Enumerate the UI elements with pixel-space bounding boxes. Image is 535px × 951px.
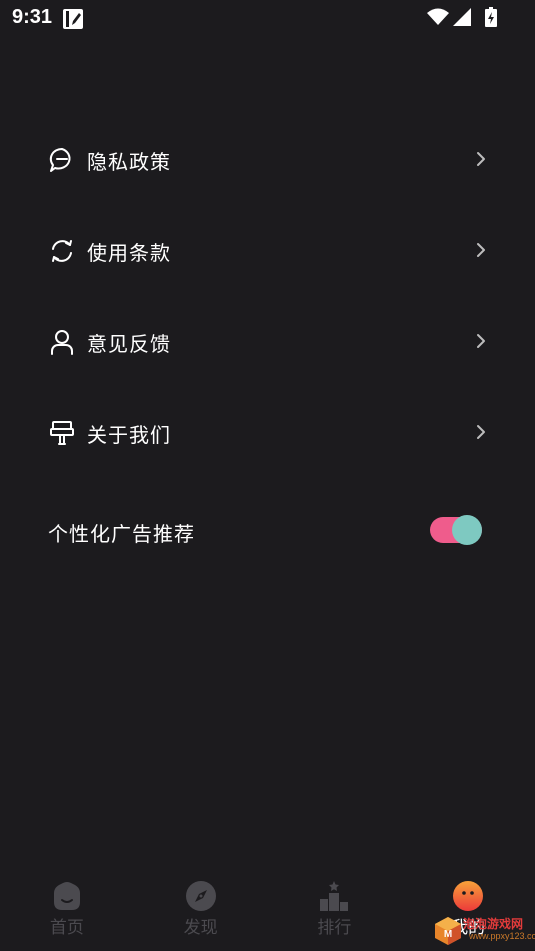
status-icons	[427, 7, 497, 31]
person-icon	[49, 329, 75, 355]
watermark: M 泡泡游戏网 www.ppxy123.com	[431, 912, 535, 950]
menu-item-label: 关于我们	[87, 423, 171, 447]
chevron-right-icon	[474, 332, 488, 350]
chevron-right-icon	[474, 241, 488, 259]
menu-item-label: 隐私政策	[87, 150, 171, 174]
podium-icon	[318, 880, 350, 912]
personalized-ad-toggle[interactable]	[430, 515, 482, 545]
status-time: 9:31	[12, 6, 53, 28]
menu-item-about-us[interactable]: 关于我们	[0, 387, 535, 478]
watermark-logo-icon: M	[433, 916, 463, 950]
settings-menu: 隐私政策 使用条款 意见反馈 关于我们	[0, 114, 535, 478]
personalized-ad-setting: 个性化广告推荐	[0, 488, 535, 572]
personalized-ad-label: 个性化广告推荐	[48, 522, 195, 546]
nav-item-ranking[interactable]: 排行	[268, 872, 402, 951]
signal-icon	[453, 8, 471, 30]
menu-item-label: 意见反馈	[87, 332, 171, 356]
battery-charging-icon	[485, 7, 497, 31]
chevron-right-icon	[474, 423, 488, 441]
chevron-right-icon	[474, 150, 488, 168]
home-icon	[51, 880, 83, 912]
status-bar: 9:31	[0, 0, 535, 36]
toggle-knob	[452, 515, 482, 545]
wifi-icon	[427, 8, 449, 30]
menu-item-label: 使用条款	[87, 241, 171, 265]
refresh-icon	[49, 238, 75, 264]
watermark-text: 泡泡游戏网	[463, 917, 524, 931]
menu-item-privacy-policy[interactable]: 隐私政策	[0, 114, 535, 205]
compass-icon	[185, 880, 217, 912]
chat-bubble-icon	[49, 147, 75, 173]
nav-label: 首页	[49, 918, 84, 938]
nav-label: 发现	[183, 918, 218, 938]
menu-item-terms-of-use[interactable]: 使用条款	[0, 205, 535, 296]
menu-item-feedback[interactable]: 意见反馈	[0, 296, 535, 387]
svg-text:M: M	[444, 929, 452, 940]
face-icon	[452, 880, 484, 912]
nav-label: 排行	[317, 918, 352, 938]
note-icon	[62, 8, 84, 30]
stamp-icon	[49, 420, 75, 446]
nav-item-discover[interactable]: 发现	[134, 872, 268, 951]
watermark-url: www.ppxy123.com	[469, 931, 535, 941]
nav-item-home[interactable]: 首页	[0, 872, 134, 951]
